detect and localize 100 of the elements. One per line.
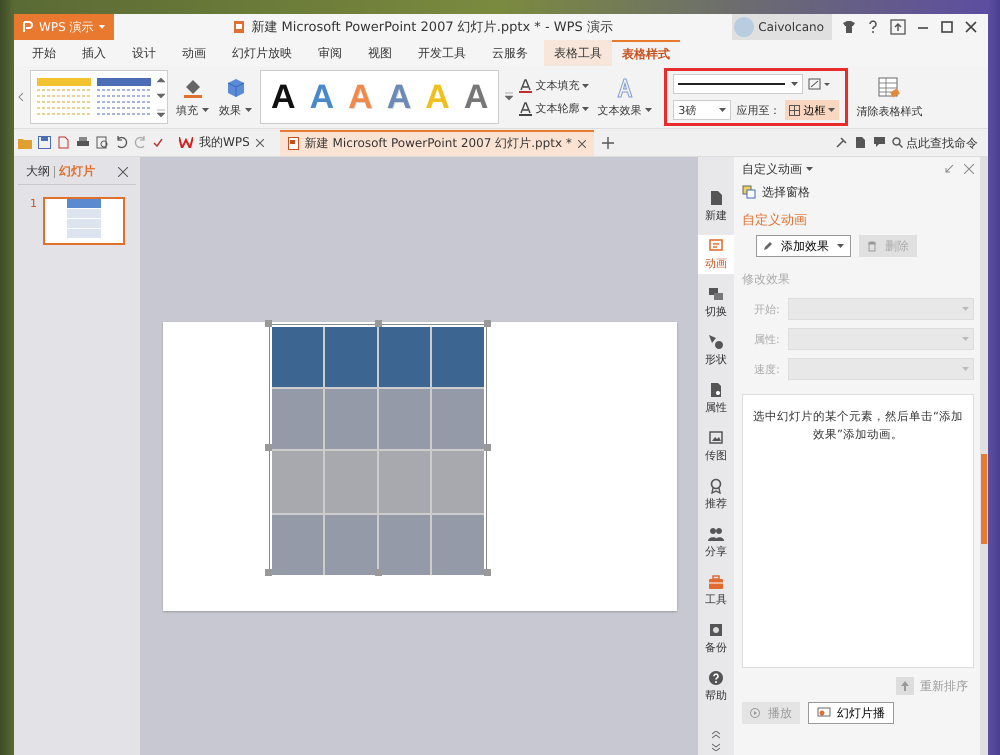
resize-handle[interactable] bbox=[264, 569, 272, 576]
panel-tab[interactable]: 大纲 bbox=[26, 163, 50, 180]
save-icon[interactable] bbox=[38, 136, 51, 149]
menu-tab[interactable]: 幻灯片放映 bbox=[222, 40, 302, 66]
toolbox-icon bbox=[708, 574, 724, 590]
table-cell[interactable] bbox=[378, 389, 430, 449]
table-cell[interactable] bbox=[272, 451, 323, 513]
pdf-export-icon[interactable] bbox=[57, 136, 70, 149]
table-selection-frame[interactable] bbox=[268, 324, 486, 572]
command-search-field[interactable]: 点此查找命令 bbox=[892, 136, 982, 150]
dock-icon[interactable] bbox=[944, 164, 954, 174]
print-preview-icon[interactable] bbox=[96, 136, 109, 149]
table-cell[interactable] bbox=[432, 389, 484, 449]
slide-thumbnail[interactable] bbox=[43, 197, 125, 245]
side-panel-button[interactable]: 形状 bbox=[698, 331, 734, 370]
people-icon bbox=[708, 526, 724, 542]
add-effect-button[interactable]: 添加效果 bbox=[756, 235, 851, 257]
close-icon[interactable] bbox=[964, 20, 978, 34]
side-panel-button[interactable]: 切换 bbox=[698, 283, 734, 322]
comment-icon[interactable] bbox=[873, 136, 886, 149]
scrollbar-thumb[interactable] bbox=[981, 454, 987, 544]
pin-window-icon[interactable] bbox=[890, 19, 906, 35]
folder-icon[interactable] bbox=[18, 136, 32, 148]
gallery-scroll-icon[interactable] bbox=[505, 92, 514, 102]
resize-handle[interactable] bbox=[484, 320, 490, 327]
table-cell[interactable] bbox=[378, 327, 430, 387]
maximize-icon[interactable] bbox=[940, 20, 954, 34]
side-panel-button[interactable]: 工具 bbox=[698, 571, 734, 610]
user-account-button[interactable]: Caivolcano bbox=[732, 14, 832, 40]
table-cell[interactable] bbox=[378, 451, 430, 513]
text-style-sample[interactable]: A bbox=[464, 80, 488, 114]
clear-table-style-button[interactable]: 清除表格样式 bbox=[854, 76, 924, 118]
resize-handle[interactable] bbox=[374, 320, 382, 327]
side-panel-button[interactable]: 属性 bbox=[698, 379, 734, 418]
side-panel-button[interactable]: 帮助 bbox=[698, 667, 734, 706]
menu-tab[interactable]: 开发工具 bbox=[408, 40, 476, 66]
resize-handle[interactable] bbox=[264, 320, 272, 327]
help-icon[interactable] bbox=[866, 20, 880, 34]
doc-icon[interactable] bbox=[854, 136, 867, 149]
undo-icon[interactable] bbox=[115, 136, 128, 149]
line-style-dropdown[interactable] bbox=[673, 74, 804, 94]
menu-tab[interactable]: 视图 bbox=[358, 40, 402, 66]
menu-tab[interactable]: 设计 bbox=[122, 40, 166, 66]
text-style-sample[interactable]: A bbox=[310, 80, 334, 114]
fill-button[interactable]: 填充 bbox=[174, 76, 211, 118]
side-panel-button[interactable]: 备份 bbox=[698, 619, 734, 658]
caret-icon bbox=[645, 108, 652, 112]
table-cell[interactable] bbox=[272, 327, 323, 387]
side-panel-button[interactable]: 新建 bbox=[698, 187, 734, 226]
document-tab[interactable]: 新建 Microsoft PowerPoint 2007 幻灯片.pptx * bbox=[280, 130, 594, 156]
line-weight-dropdown[interactable]: 3磅 bbox=[673, 100, 732, 120]
text-fill-button[interactable]: 文本填充 bbox=[519, 78, 590, 93]
border-button[interactable]: 边框 bbox=[785, 100, 840, 120]
side-panel-button[interactable]: 分享 bbox=[698, 523, 734, 562]
side-panel-button[interactable]: 动画 bbox=[698, 235, 734, 274]
menu-tab[interactable]: 开始 bbox=[22, 40, 66, 66]
side-panel-button[interactable]: 推荐 bbox=[698, 475, 734, 514]
menu-tab[interactable]: 审阅 bbox=[308, 40, 352, 66]
selection-pane-link[interactable]: 选择窗格 bbox=[742, 181, 974, 203]
scroll-left-icon[interactable] bbox=[18, 92, 24, 102]
document-tab[interactable]: 我的WPS bbox=[171, 130, 272, 156]
close-tab-icon[interactable] bbox=[578, 140, 586, 148]
pen-color-icon[interactable] bbox=[808, 77, 832, 91]
table-cell[interactable] bbox=[432, 327, 484, 387]
table-style-thumbnail[interactable] bbox=[37, 78, 91, 116]
menu-tab[interactable]: 云服务 bbox=[482, 40, 538, 66]
resize-handle[interactable] bbox=[264, 444, 272, 451]
close-tab-icon[interactable] bbox=[256, 138, 264, 146]
side-panel-button[interactable]: 传图 bbox=[698, 427, 734, 466]
text-outline-button[interactable]: 文本轮廓 bbox=[519, 101, 590, 116]
pane-title[interactable]: 自定义动画 bbox=[742, 160, 813, 178]
search-icon bbox=[892, 137, 903, 148]
redo-icon[interactable] bbox=[134, 136, 147, 149]
table-cell[interactable] bbox=[325, 451, 376, 513]
menu-tab[interactable]: 动画 bbox=[172, 40, 216, 66]
table-cell[interactable] bbox=[325, 515, 376, 575]
table-style-thumbnail[interactable] bbox=[97, 78, 151, 116]
menu-tab[interactable]: 插入 bbox=[72, 40, 116, 66]
skin-icon[interactable] bbox=[842, 20, 856, 34]
caret-icon bbox=[962, 367, 969, 371]
table-cell[interactable] bbox=[432, 515, 484, 575]
menu-tab[interactable]: 表格工具 bbox=[544, 40, 612, 66]
close-icon[interactable] bbox=[118, 166, 128, 176]
table-cell[interactable] bbox=[272, 515, 323, 575]
print-icon[interactable] bbox=[76, 136, 90, 149]
tool-icon[interactable] bbox=[835, 136, 848, 149]
text-style-sample[interactable]: A bbox=[271, 80, 296, 114]
table-cell[interactable] bbox=[378, 515, 430, 575]
slideshow-button[interactable]: 幻灯片播 bbox=[808, 702, 894, 724]
table-cell[interactable] bbox=[325, 389, 376, 449]
table-cell[interactable] bbox=[432, 451, 484, 513]
slides-icon bbox=[708, 286, 724, 302]
table-cell[interactable] bbox=[325, 327, 376, 387]
scroll-bottom-icon[interactable] bbox=[712, 743, 720, 751]
text-effect-button[interactable]: 文本效果 bbox=[595, 76, 654, 118]
text-style-sample[interactable]: A bbox=[386, 80, 412, 114]
effect-button[interactable]: 效果 bbox=[217, 76, 254, 118]
scroll-top-icon[interactable] bbox=[712, 731, 720, 739]
new-tab-icon[interactable] bbox=[602, 136, 614, 148]
table-cell[interactable] bbox=[272, 389, 323, 449]
